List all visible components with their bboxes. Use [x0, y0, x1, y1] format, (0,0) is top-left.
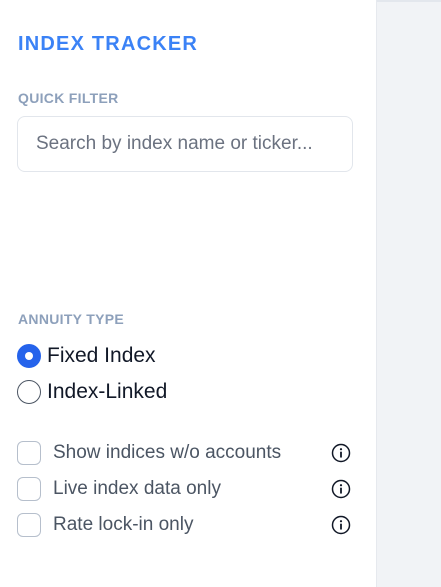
info-icon[interactable] — [331, 479, 351, 499]
search-input[interactable] — [18, 117, 352, 171]
checkbox-label: Show indices w/o accounts — [53, 442, 282, 463]
main-content-area — [378, 2, 441, 587]
radio-label: Index-Linked — [47, 380, 168, 403]
radio-button-selected[interactable] — [17, 344, 41, 368]
checkbox[interactable] — [17, 513, 41, 537]
checkbox[interactable] — [17, 477, 41, 501]
toggle-show-indices-without-accounts: Show indices w/o accounts — [17, 441, 353, 465]
quick-filter-label: QUICK FILTER — [18, 90, 119, 106]
app-title: INDEX TRACKER — [18, 33, 199, 55]
checkbox[interactable] — [17, 441, 41, 465]
checkbox-label: Rate lock-in only — [53, 514, 194, 535]
search-field — [17, 116, 353, 172]
radio-button[interactable] — [17, 380, 41, 404]
annuity-type-label: ANNUITY TYPE — [18, 311, 125, 327]
toggle-rate-lock-in-only: Rate lock-in only — [17, 513, 353, 537]
checkbox-label: Live index data only — [53, 478, 221, 499]
filter-sidebar: INDEX TRACKER QUICK FILTER ANNUITY TYPE … — [0, 0, 377, 587]
radio-label: Fixed Index — [47, 344, 156, 367]
radio-option-fixed-index[interactable]: Fixed Index — [17, 344, 156, 368]
toggle-live-index-data-only: Live index data only — [17, 477, 353, 501]
info-icon[interactable] — [331, 515, 351, 535]
radio-option-index-linked[interactable]: Index-Linked — [17, 380, 167, 404]
info-icon[interactable] — [331, 443, 351, 463]
